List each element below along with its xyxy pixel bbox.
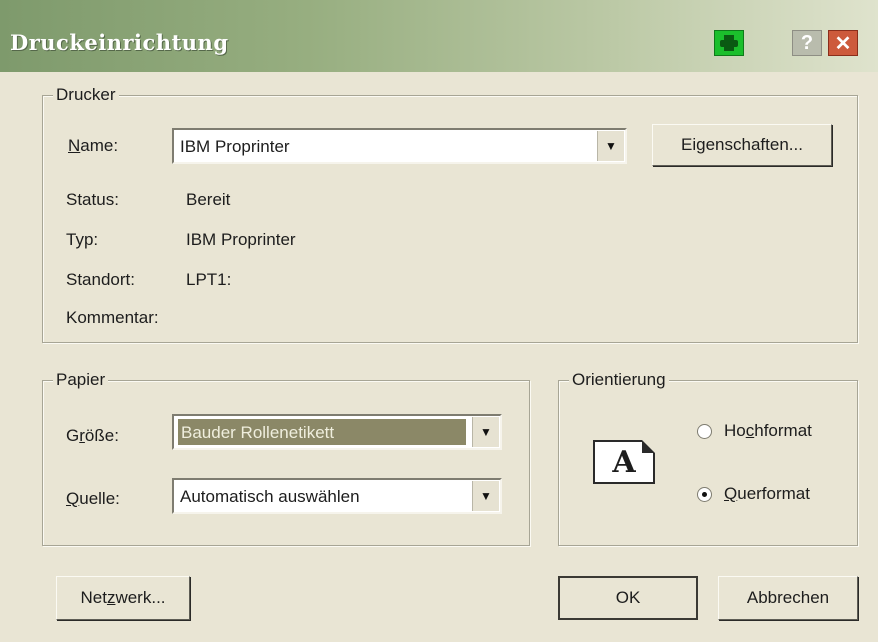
ok-button[interactable]: OK (558, 576, 698, 620)
size-label-rest: öße: (84, 426, 119, 445)
paper-size-value: Bauder Rollenetikett (178, 419, 466, 445)
close-icon: ✕ (834, 32, 852, 55)
page-fold (642, 440, 655, 453)
help-button[interactable]: ? (792, 30, 822, 56)
help-icon: ? (800, 31, 814, 54)
chevron-down-icon[interactable]: ▼ (472, 417, 499, 447)
paper-group: Papier (42, 370, 530, 546)
printer-name-value: IBM Proprinter (180, 137, 290, 156)
chevron-down-icon[interactable]: ▼ (472, 481, 499, 511)
window-title: Druckeinrichtung (10, 30, 229, 55)
printer-glyph (720, 35, 738, 51)
status-value: Bereit (186, 190, 231, 209)
title-bar[interactable]: Druckeinrichtung ? ✕ (0, 0, 878, 72)
cancel-button-label: Abbrechen (746, 588, 830, 607)
orientation-group-legend: Orientierung (569, 370, 669, 390)
source-label: Quelle: (66, 489, 120, 508)
chevron-down-icon[interactable]: ▼ (597, 131, 624, 161)
properties-button[interactable]: Eigenschaften... (652, 124, 832, 166)
cancel-button[interactable]: Abbrechen (718, 576, 858, 620)
page-icon-letter: A (612, 444, 636, 480)
network-button-label: Netzwerk... (80, 588, 166, 607)
portrait-label[interactable]: Hochformat (724, 421, 812, 441)
close-button[interactable]: ✕ (828, 30, 858, 56)
portrait-label-rest: hformat (754, 421, 812, 440)
landscape-page-icon: A (593, 440, 655, 484)
size-label-start: G (66, 426, 80, 445)
ok-button-label: OK (615, 588, 641, 607)
name-label-rest: ame: (80, 136, 119, 155)
printer-icon[interactable] (714, 30, 744, 56)
location-value: LPT1: (186, 270, 232, 289)
location-label: Standort: (66, 270, 135, 289)
paper-source-select[interactable]: Automatisch auswählen ▼ (172, 478, 502, 514)
status-label: Status: (66, 190, 119, 209)
type-label: Typ: (66, 230, 99, 249)
properties-button-label: Eigenschaften... (681, 135, 803, 154)
paper-size-select[interactable]: Bauder Rollenetikett ▼ (172, 414, 502, 450)
landscape-label[interactable]: Querformat (724, 484, 810, 504)
type-value: IBM Proprinter (186, 230, 296, 249)
paper-source-value: Automatisch auswählen (180, 487, 360, 506)
comment-label: Kommentar: (66, 308, 159, 327)
radio-selected-dot (702, 492, 707, 497)
network-button[interactable]: Netzwerk... (56, 576, 190, 620)
portrait-label-start: Ho (724, 421, 746, 440)
paper-group-legend: Papier (53, 370, 109, 390)
printer-name-select[interactable]: IBM Proprinter ▼ (172, 128, 627, 164)
landscape-label-rest: uerformat (737, 484, 810, 503)
source-label-rest: uelle: (79, 489, 120, 508)
portrait-radio[interactable] (697, 424, 712, 439)
landscape-radio[interactable] (697, 487, 712, 502)
name-label: Name: (68, 136, 119, 155)
size-label: Größe: (66, 426, 119, 445)
printer-group-legend: Drucker (53, 85, 119, 105)
